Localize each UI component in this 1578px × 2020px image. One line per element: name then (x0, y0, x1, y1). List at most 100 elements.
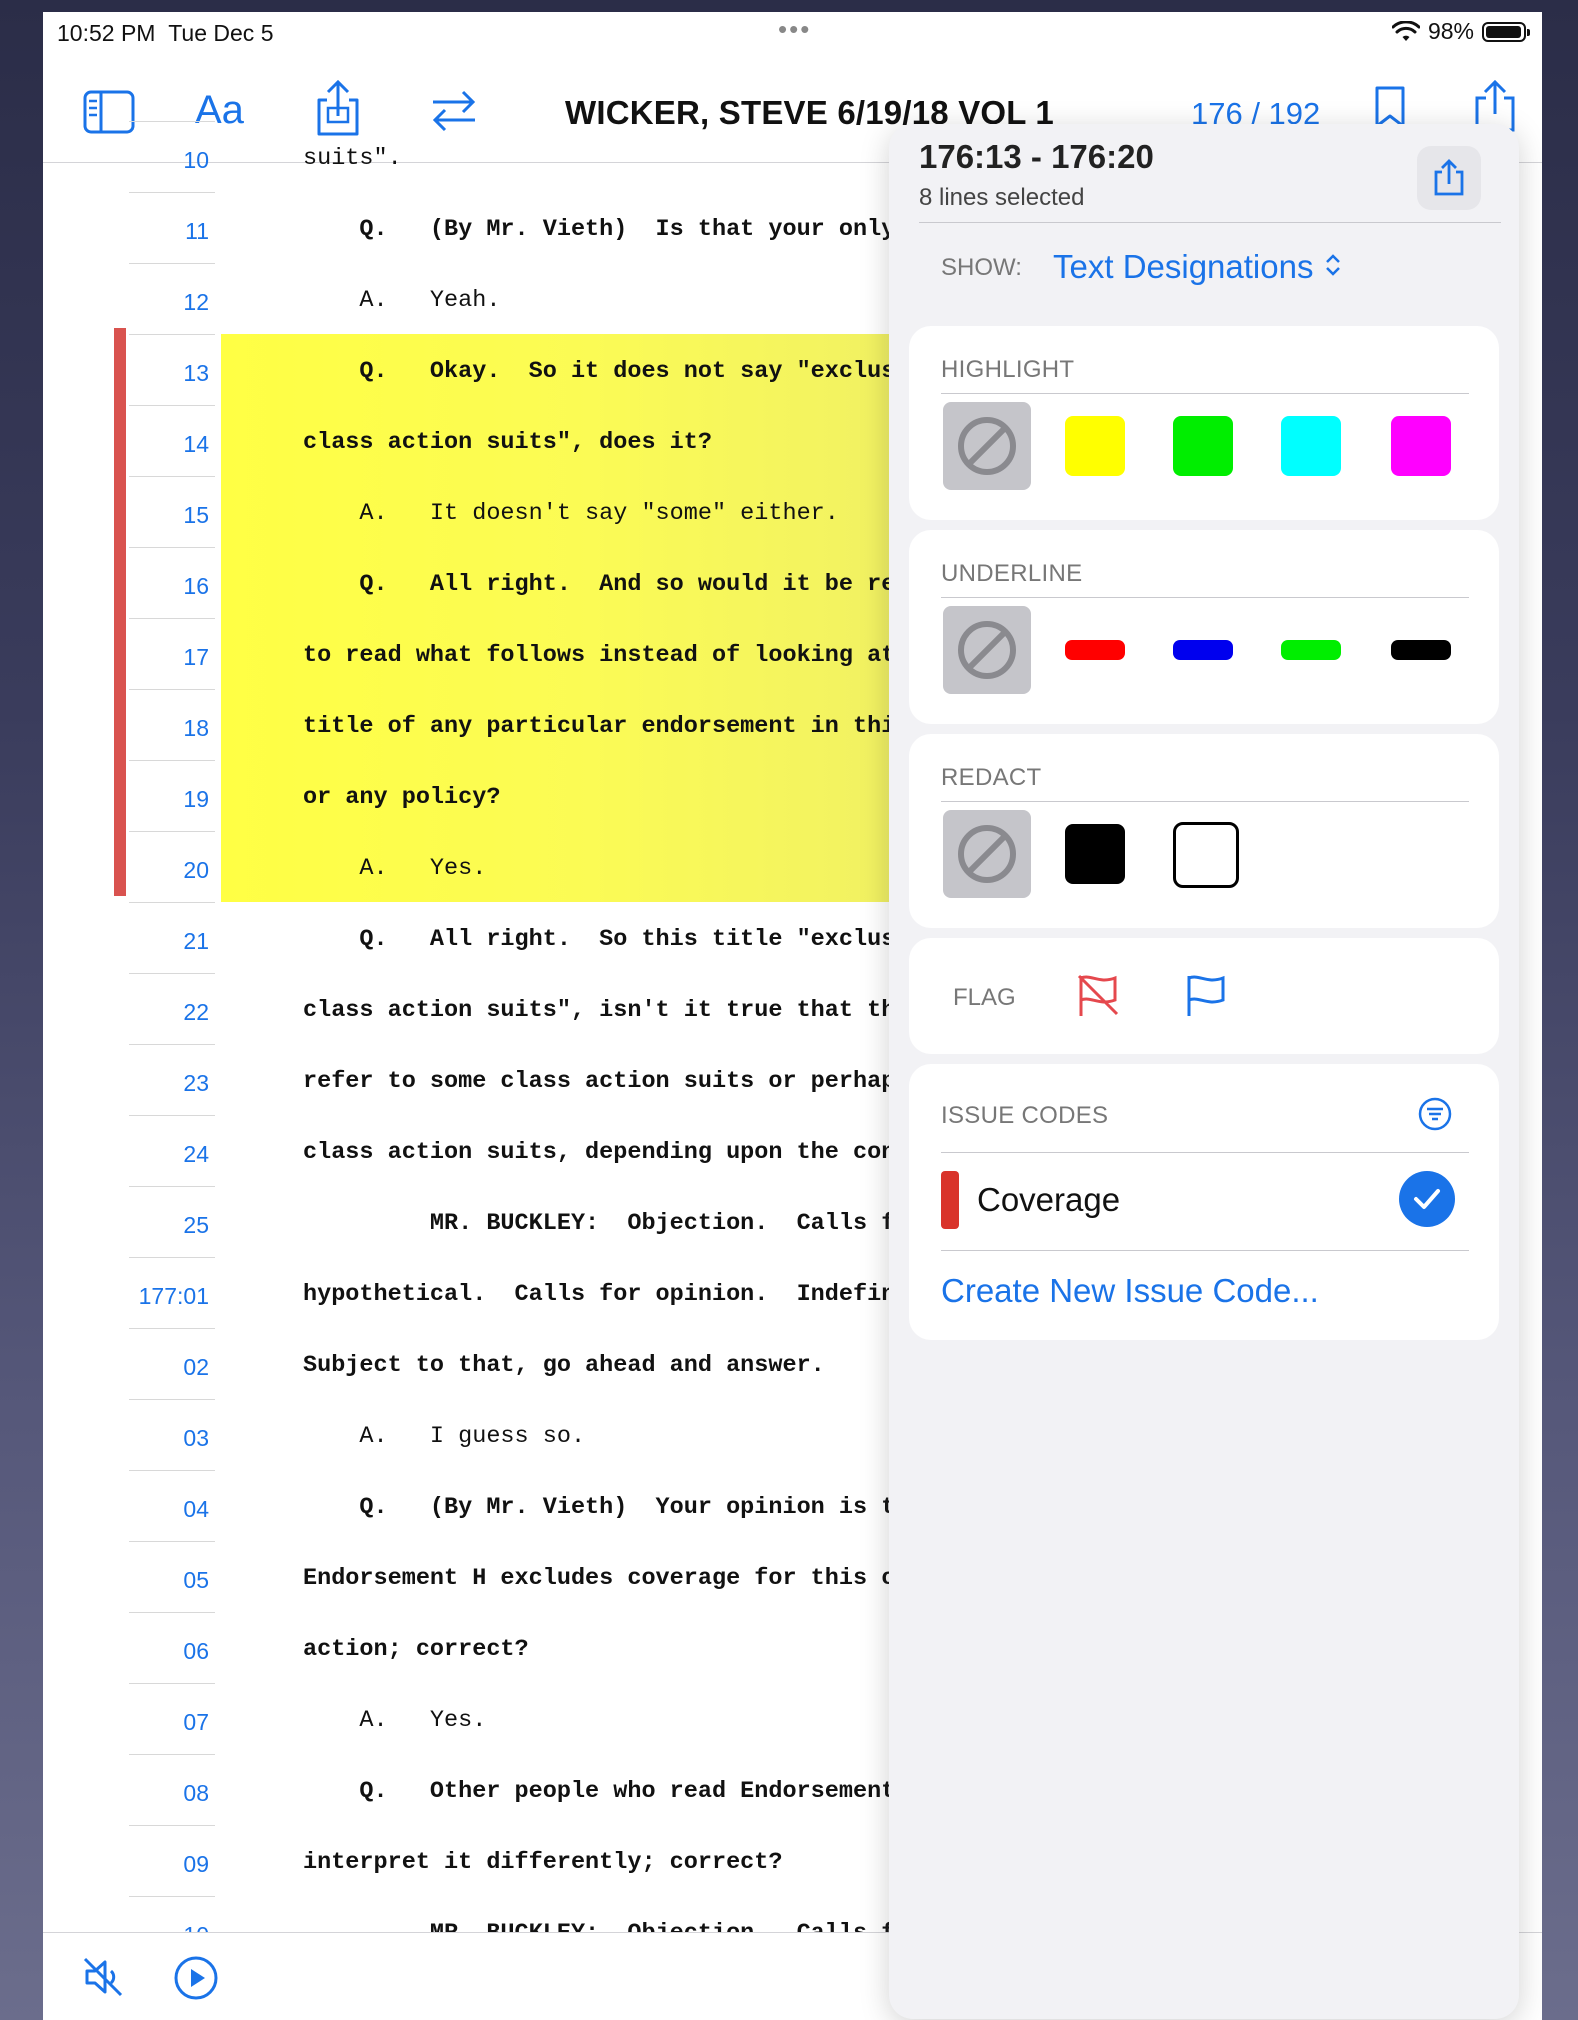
line-number: 10 (183, 147, 209, 173)
flag-title: FLAG (953, 984, 1016, 1011)
issue-codes-divider (941, 1152, 1469, 1153)
highlight-none-button[interactable] (943, 402, 1031, 490)
header-divider (919, 222, 1501, 223)
underline-red-swatch[interactable] (1065, 640, 1125, 660)
line-number: 18 (183, 715, 209, 741)
play-icon[interactable] (173, 1955, 219, 2001)
line-number: 13 (183, 360, 209, 386)
issue-code-name: Coverage (977, 1181, 1121, 1218)
line-divider (129, 121, 215, 122)
line-number: 21 (183, 928, 209, 954)
line-text: interpret it differently; correct? (303, 1849, 783, 1876)
highlight-divider (941, 393, 1469, 394)
no-symbol-icon (958, 825, 1016, 883)
line-divider (129, 1754, 215, 1755)
line-number: 17 (183, 644, 209, 670)
underline-divider (941, 597, 1469, 598)
line-number: 08 (183, 1780, 209, 1806)
line-number: 15 (183, 502, 209, 528)
line-text: class action suits, depending upon the c… (303, 1139, 896, 1166)
redact-title: REDACT (941, 764, 1042, 791)
underline-none-button[interactable] (943, 606, 1031, 694)
line-divider (129, 1612, 215, 1613)
line-number: 12 (183, 289, 209, 315)
line-divider (129, 1896, 215, 1897)
create-issue-code-link[interactable]: Create New Issue Code... (941, 1272, 1319, 1310)
line-text: A. Yes. (303, 1707, 487, 1734)
line-number: 05 (183, 1567, 209, 1593)
highlight-title: HIGHLIGHT (941, 356, 1075, 383)
selection-bar (114, 328, 126, 896)
highlight-magenta-swatch[interactable] (1391, 416, 1451, 476)
line-text: A. It doesn't say "some" either. (303, 500, 839, 527)
chevron-updown-icon (1325, 254, 1340, 276)
selection-count: 8 lines selected (919, 184, 1085, 211)
highlight-green-swatch[interactable] (1173, 416, 1233, 476)
show-selector-value: Text Designations (1053, 248, 1314, 285)
line-text: Q. Okay. So it does not say "exclus (303, 358, 896, 385)
popover-header: 176:13 - 176:20 8 lines selected (889, 124, 1519, 222)
line-divider (129, 1399, 215, 1400)
line-number: 22 (183, 999, 209, 1025)
filter-icon[interactable] (1417, 1096, 1453, 1132)
show-selector[interactable]: Text Designations (1053, 248, 1343, 286)
line-number: 16 (183, 573, 209, 599)
battery-percent: 98% (1427, 18, 1474, 44)
highlight-card: HIGHLIGHT (909, 326, 1499, 520)
line-divider (129, 973, 215, 974)
line-text: refer to some class action suits or perh… (303, 1068, 896, 1095)
line-number: 19 (183, 786, 209, 812)
annotation-popover: 176:13 - 176:20 8 lines selected SHOW: T… (889, 124, 1519, 2019)
line-text: Q. All right. And so would it be re (303, 571, 896, 598)
line-divider (129, 405, 215, 406)
line-text: Endorsement H excludes coverage for this… (303, 1565, 896, 1592)
status-time: 10:52 PM Tue Dec 5 (57, 20, 274, 46)
underline-black-swatch[interactable] (1391, 640, 1451, 660)
line-number: 177:01 (138, 1283, 209, 1309)
unflag-icon[interactable] (1075, 972, 1121, 1020)
underline-green-swatch[interactable] (1281, 640, 1341, 660)
line-divider (129, 1470, 215, 1471)
line-divider (129, 1683, 215, 1684)
multitasking-dots-icon[interactable]: ••• (778, 14, 811, 45)
line-divider (129, 760, 215, 761)
line-text: MR. BUCKLEY: Objection. Calls f (303, 1210, 896, 1237)
mute-icon[interactable] (81, 1955, 125, 1999)
line-number: 06 (183, 1638, 209, 1664)
underline-blue-swatch[interactable] (1173, 640, 1233, 660)
battery-icon (1482, 21, 1530, 42)
line-divider (129, 476, 215, 477)
line-text: Q. (By Mr. Vieth) Your opinion is t (303, 1494, 896, 1521)
issue-codes-title: ISSUE CODES (941, 1102, 1109, 1129)
line-text: or any policy? (303, 784, 501, 811)
line-text: suits". (303, 145, 402, 172)
highlight-cyan-swatch[interactable] (1281, 416, 1341, 476)
line-text: to read what follows instead of looking … (303, 642, 896, 669)
line-divider (129, 547, 215, 548)
flag-card: FLAG (909, 938, 1499, 1054)
line-text: Q. (By Mr. Vieth) Is that your only (303, 216, 896, 243)
selection-range: 176:13 - 176:20 (919, 138, 1154, 175)
redact-white-swatch[interactable] (1173, 822, 1239, 888)
redact-none-button[interactable] (943, 810, 1031, 898)
line-text: class action suits", isn't it true that … (303, 997, 896, 1024)
issue-checkbox[interactable] (1399, 1171, 1455, 1227)
line-text: class action suits", does it? (303, 429, 712, 456)
line-divider (129, 831, 215, 832)
line-divider (129, 1044, 215, 1045)
highlight-yellow-swatch[interactable] (1065, 416, 1125, 476)
popover-share-button[interactable] (1417, 146, 1481, 210)
line-text: A. Yeah. (303, 287, 501, 314)
wifi-icon (1391, 20, 1420, 41)
no-symbol-icon (958, 417, 1016, 475)
redact-black-swatch[interactable] (1065, 824, 1125, 884)
line-number: 02 (183, 1354, 209, 1380)
flag-icon[interactable] (1183, 972, 1229, 1020)
line-number: 11 (185, 218, 209, 244)
line-divider (129, 1257, 215, 1258)
line-divider (129, 689, 215, 690)
line-text: Q. Other people who read Endorsement (303, 1778, 896, 1805)
redact-card: REDACT (909, 734, 1499, 928)
line-text: hypothetical. Calls for opinion. Indefin (303, 1281, 896, 1308)
line-divider (129, 192, 215, 193)
